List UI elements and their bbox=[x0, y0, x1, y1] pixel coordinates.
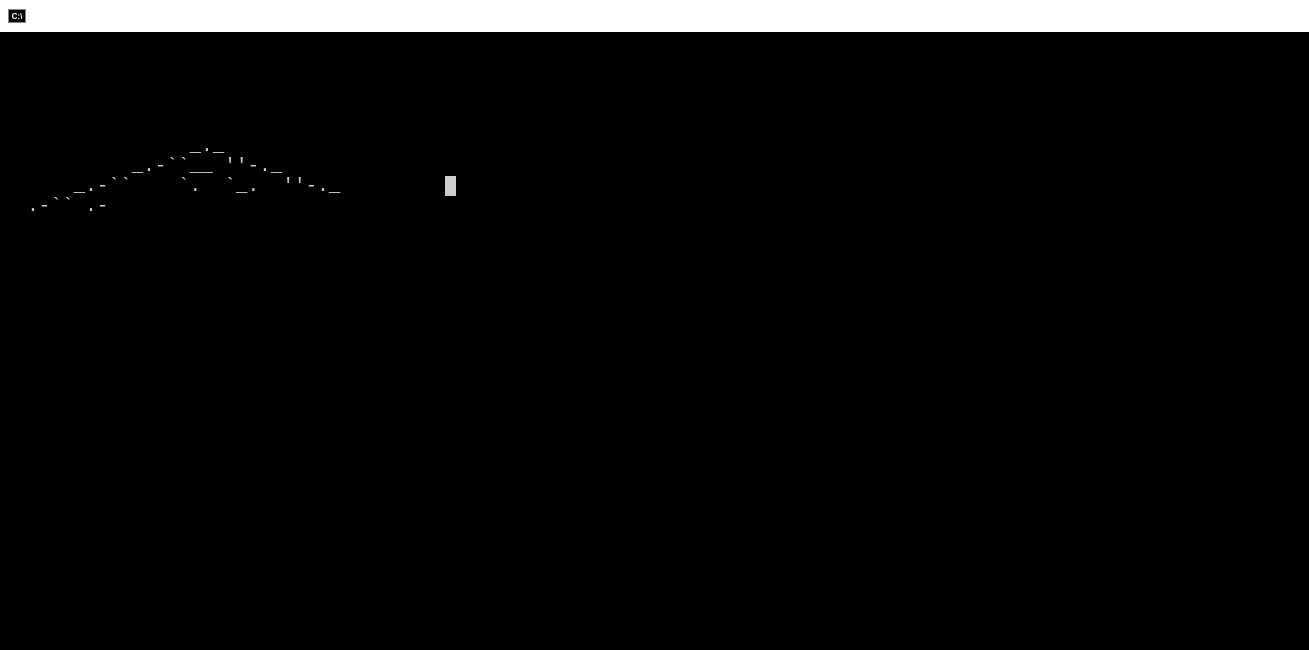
ascii-art-banner: .-`` .- bbox=[4, 195, 108, 217]
cursor bbox=[445, 176, 456, 196]
cmd-icon: C:\ bbox=[8, 9, 26, 23]
ascii-art-banner: _._ _.-``__ ''-._ _.-`` `. `_. ''-._ bbox=[4, 135, 445, 197]
terminal-output[interactable]: _._ _.-``__ ''-._ _.-`` `. `_. ''-._ .-`… bbox=[0, 32, 1309, 220]
window-titlebar[interactable]: C:\ bbox=[0, 0, 1309, 32]
